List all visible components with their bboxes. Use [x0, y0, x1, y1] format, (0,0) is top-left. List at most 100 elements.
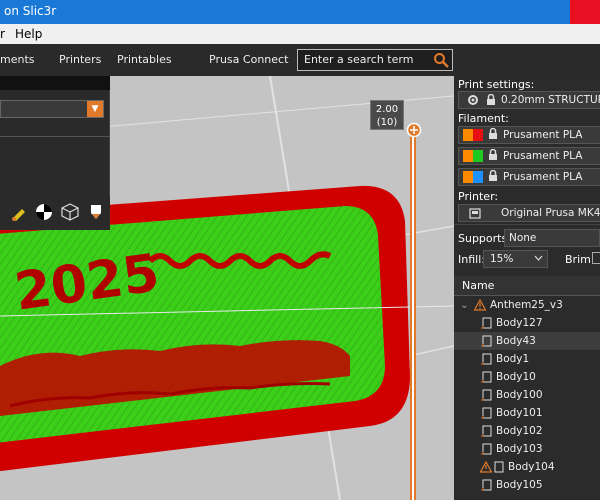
filament-color-swatch: [463, 150, 473, 162]
tree-item[interactable]: Body102: [454, 422, 600, 440]
supports-label: Supports:: [458, 232, 511, 245]
tree-item[interactable]: Body43: [454, 332, 600, 350]
chevron-down-icon[interactable]: ⌄: [460, 296, 469, 314]
tree-item-label: Body104: [508, 461, 555, 473]
filament-color-swatch: [463, 129, 473, 141]
print-profile-combo[interactable]: 0.20mm STRUCTURAL: [458, 91, 600, 109]
printer-combo[interactable]: Original Prusa MK4S H: [458, 204, 600, 222]
filament-3-name: Prusament PLA: [503, 171, 583, 183]
layer-slider-handle[interactable]: [406, 122, 422, 138]
tree-item-label: Body102: [496, 425, 543, 437]
warning-icon: [474, 299, 486, 311]
part-icon: [481, 371, 492, 383]
supports-value: None: [509, 232, 537, 244]
part-icon: [494, 461, 504, 473]
filament-combo-1[interactable]: Prusament PLA: [458, 126, 600, 144]
gizmo-toolbar: [0, 196, 110, 230]
tree-item[interactable]: Body1: [454, 350, 600, 368]
brim-label: Brim:: [565, 253, 595, 266]
lock-icon: [488, 169, 497, 182]
tab-printables[interactable]: Printables: [117, 53, 172, 66]
paint-brush-icon[interactable]: [10, 202, 30, 222]
seam-icon[interactable]: [34, 202, 54, 222]
tree-item-label: Body103: [496, 443, 543, 455]
tree-root-label: Anthem25_v3: [490, 299, 563, 311]
tree-item[interactable]: Body10: [454, 368, 600, 386]
tab-bar: ments Printers Printables Prusa Connect …: [0, 44, 600, 76]
part-icon: [481, 335, 492, 347]
search-placeholder: Enter a search term: [304, 53, 414, 66]
filament-color-swatch: [463, 171, 473, 183]
divider: [0, 136, 110, 137]
filament-1-name: Prusament PLA: [503, 129, 583, 141]
gear-icon: [468, 95, 478, 105]
infill-combo[interactable]: 15%: [483, 250, 548, 268]
infill-label: Infill:: [458, 253, 485, 266]
title-bar: on Slic3r: [0, 0, 600, 24]
tree-item-label: Body105: [496, 479, 543, 491]
close-window-icon[interactable]: [570, 0, 600, 24]
search-input[interactable]: Enter a search term: [297, 49, 453, 71]
filament-label: Filament:: [458, 112, 509, 125]
brim-checkbox[interactable]: [592, 252, 600, 264]
layer-tooltip: 2.00 (10): [370, 100, 404, 130]
layer-height: 2.00: [375, 104, 399, 115]
object-panel: ▼: [0, 76, 110, 230]
tree-item-label: Body1: [496, 353, 530, 365]
object-select[interactable]: ▼: [0, 100, 104, 118]
cube-icon[interactable]: [60, 202, 80, 222]
object-panel-header: [0, 76, 110, 90]
chevron-down-icon: [534, 255, 543, 261]
layer-number: (10): [376, 117, 398, 128]
filament-2-name: Prusament PLA: [503, 150, 583, 162]
tab-printers[interactable]: Printers: [59, 53, 101, 66]
menu-cut-item[interactable]: r: [0, 27, 5, 41]
tree-item[interactable]: Body105: [454, 476, 600, 494]
printer-icon: [469, 208, 481, 219]
window-title: on Slic3r: [4, 4, 57, 18]
tab-prusa-connect[interactable]: Prusa Connect: [209, 53, 288, 66]
part-icon: [481, 353, 492, 365]
menu-help[interactable]: Help: [15, 27, 42, 41]
part-icon: [481, 443, 492, 455]
tree-header: Name: [454, 276, 600, 296]
tree-item-label: Body10: [496, 371, 536, 383]
tree-root-row[interactable]: ⌄ Anthem25_v3: [454, 296, 600, 314]
lock-icon: [487, 94, 495, 105]
printer-label: Printer:: [458, 190, 499, 203]
part-icon: [481, 479, 492, 491]
tree-item[interactable]: Body100: [454, 386, 600, 404]
tree-item-label: Body100: [496, 389, 543, 401]
tree-item[interactable]: Body104: [454, 458, 600, 476]
part-icon: [481, 407, 492, 419]
warning-icon: [480, 461, 492, 473]
print-profile-value: 0.20mm STRUCTURAL: [501, 94, 600, 106]
part-icon: [481, 389, 492, 401]
tree-item[interactable]: Body127: [454, 314, 600, 332]
tree-item-label: Body101: [496, 407, 543, 419]
tree-item[interactable]: Body101: [454, 404, 600, 422]
printer-value: Original Prusa MK4S H: [501, 207, 600, 219]
search-icon[interactable]: [433, 52, 449, 68]
filament-color-swatch-b: [473, 150, 483, 162]
lock-icon: [488, 148, 497, 161]
infill-value: 15%: [490, 253, 514, 265]
tree-item-label: Body127: [496, 317, 543, 329]
chevron-down-icon[interactable]: ▼: [87, 101, 103, 117]
filament-combo-2[interactable]: Prusament PLA: [458, 147, 600, 165]
tree-item[interactable]: Body103: [454, 440, 600, 458]
support-paint-icon[interactable]: [86, 202, 106, 222]
supports-combo[interactable]: None: [504, 229, 600, 247]
print-settings-label: Print settings:: [458, 78, 535, 91]
tab-arrangements[interactable]: ments: [0, 53, 35, 66]
divider: [454, 224, 600, 225]
tree-header-name: Name: [462, 279, 495, 292]
filament-color-swatch-b: [473, 129, 483, 141]
lock-icon: [488, 127, 497, 140]
menu-bar: r Help: [0, 24, 600, 44]
filament-color-swatch-b: [473, 171, 483, 183]
part-icon: [481, 425, 492, 437]
filament-combo-3[interactable]: Prusament PLA: [458, 168, 600, 186]
part-icon: [481, 317, 492, 329]
tree-item-label: Body43: [496, 335, 536, 347]
